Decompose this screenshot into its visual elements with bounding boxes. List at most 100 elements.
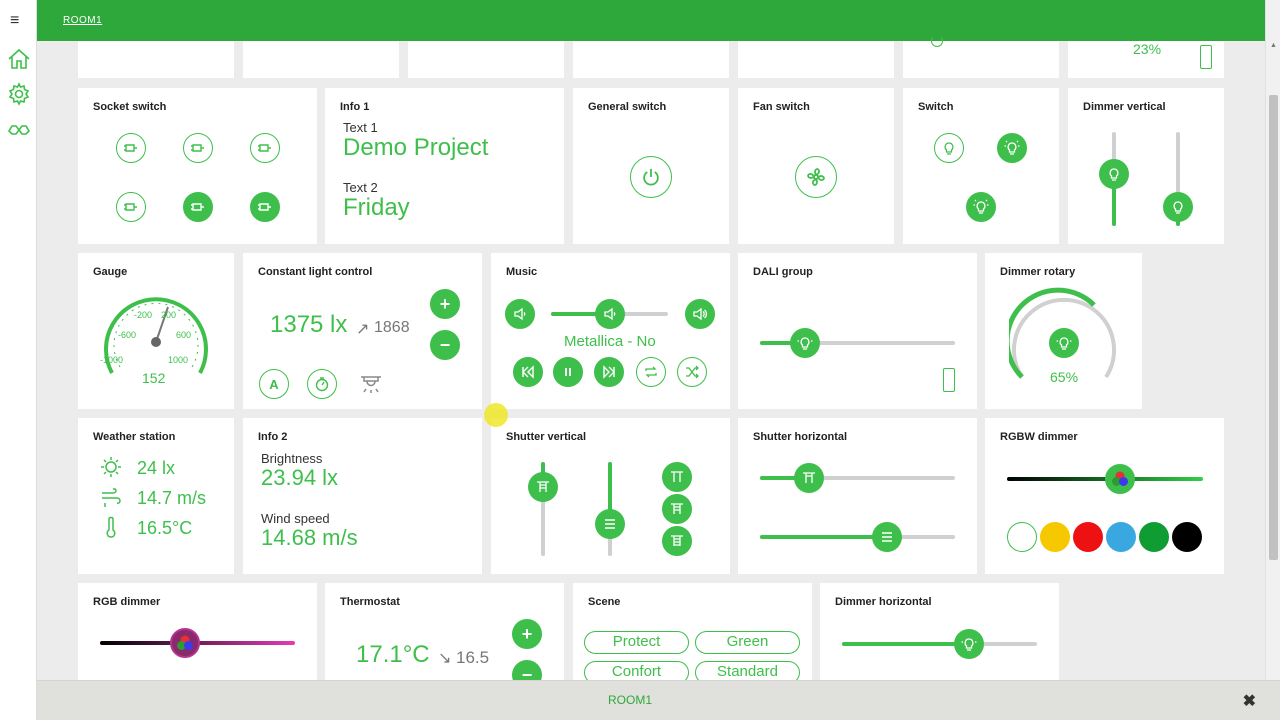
socket-icon[interactable] [116, 192, 146, 222]
fan-icon[interactable] [795, 156, 837, 198]
scroll-up-icon[interactable]: ▲ [1270, 42, 1277, 49]
card-top-2 [243, 41, 399, 78]
card-dimmer-rotary: Dimmer rotary 65% [985, 253, 1142, 409]
shutter-knob[interactable] [871, 522, 902, 552]
shutter-up-icon[interactable] [662, 462, 692, 492]
weather-temperature: 16.5°C [137, 518, 193, 538]
shuffle-icon[interactable] [677, 357, 707, 387]
dimmer-knob[interactable] [1163, 192, 1193, 223]
color-swatch[interactable] [1040, 522, 1070, 552]
shutter-knob[interactable] [793, 463, 824, 493]
info-value: 14.68 m/s [261, 525, 358, 550]
top-bar: ROOM1 [37, 0, 1265, 41]
dimmer-slider[interactable] [842, 642, 1037, 646]
dimmer-knob[interactable] [1099, 159, 1129, 190]
card-thermostat: Thermostat 17.1°C ↘ 16.5 + − [325, 583, 564, 690]
card-title: Music [506, 266, 538, 278]
info-value: Demo Project [343, 134, 489, 161]
network-icon[interactable] [7, 117, 31, 141]
scrollbar-thumb[interactable] [1269, 95, 1278, 560]
sidebar: ≡ [0, 0, 37, 720]
card-dimmer-vertical: Dimmer vertical [1068, 88, 1224, 244]
shutter-slider[interactable] [760, 535, 955, 539]
shutter-knob[interactable] [595, 509, 625, 539]
auto-mode-icon[interactable]: A [259, 369, 289, 399]
card-title: RGBW dimmer [1000, 431, 1078, 443]
plus-button[interactable]: + [430, 289, 460, 319]
color-swatch[interactable] [1073, 522, 1103, 552]
sun-icon [100, 456, 122, 478]
light-setpoint: 1868 [374, 319, 410, 336]
card-socket-switch: Socket switch [78, 88, 317, 244]
rotary-value: 65% [1050, 369, 1079, 385]
info-label: Text 2 [343, 180, 378, 195]
scrollbar[interactable]: ▲ [1265, 0, 1280, 680]
close-icon[interactable]: ✖ [1243, 691, 1256, 711]
scene-button[interactable]: Protect [584, 631, 689, 654]
scene-button[interactable]: Green [695, 631, 800, 654]
volume-down-icon[interactable] [505, 299, 535, 329]
socket-icon[interactable] [183, 133, 213, 163]
socket-icon[interactable] [116, 133, 146, 163]
controller-icon[interactable] [1200, 45, 1212, 69]
info-value: Friday [343, 194, 410, 221]
volume-up-icon[interactable] [685, 299, 715, 329]
gear-icon[interactable] [7, 82, 31, 106]
dimmer-knob[interactable] [953, 629, 984, 659]
card-top-1 [78, 41, 234, 78]
pause-icon[interactable] [553, 357, 583, 387]
next-icon[interactable] [594, 357, 624, 387]
shutter-slider[interactable] [760, 476, 955, 480]
bottom-room-title: ROOM1 [608, 693, 653, 707]
shutter-stop-icon[interactable] [662, 494, 692, 524]
card-weather-station: Weather station 24 lx 14.7 m/s 16.5°C [78, 418, 234, 574]
minus-button[interactable]: − [430, 330, 460, 360]
socket-icon[interactable] [183, 192, 213, 222]
wind-icon [100, 486, 122, 508]
info-value: 23.94 lx [261, 465, 339, 490]
socket-icon[interactable] [250, 133, 280, 163]
setpoint-arrow-icon: ↗ [356, 321, 370, 338]
sensor-icon[interactable] [357, 371, 385, 399]
info-label: Wind speed [261, 511, 330, 526]
card-scene: Scene Protect Green Confort Standard [573, 583, 812, 684]
shutter-knob[interactable] [528, 472, 558, 502]
timer-icon[interactable] [307, 369, 337, 399]
card-music: Music Metallica - No [491, 253, 730, 409]
plus-button[interactable]: + [512, 619, 542, 649]
home-icon[interactable] [7, 47, 31, 71]
rgb-knob-icon[interactable] [170, 628, 200, 658]
bulb-on-icon[interactable] [966, 192, 996, 222]
card-info-2: Info 2 Brightness 23.94 lx Wind speed 14… [243, 418, 482, 574]
top-dimmer-value: 23% [1133, 41, 1162, 57]
color-swatch[interactable] [1106, 522, 1136, 552]
card-top-6 [903, 35, 1059, 78]
mouse-cursor-icon [484, 403, 508, 427]
bulb-on-icon[interactable] [997, 133, 1027, 163]
socket-icon[interactable] [250, 192, 280, 222]
volume-knob[interactable] [594, 299, 625, 329]
room-title[interactable]: ROOM1 [63, 15, 102, 26]
bottom-bar: ROOM1 ✖ [37, 680, 1280, 720]
card-title: Switch [918, 101, 954, 113]
card-constant-light: Constant light control 1375 lx ↗ 1868 + … [243, 253, 482, 409]
rgb-knob-icon[interactable] [1105, 464, 1135, 494]
card-title: DALI group [753, 266, 813, 278]
color-swatch[interactable] [1172, 522, 1202, 552]
shutter-down-icon[interactable] [662, 526, 692, 556]
bulb-on-icon[interactable] [1049, 328, 1079, 358]
card-general-switch: General switch [573, 88, 729, 244]
bulb-icon[interactable] [934, 133, 964, 163]
previous-icon[interactable] [513, 357, 543, 387]
gauge-tick: 200 [161, 310, 177, 320]
dali-knob[interactable] [789, 328, 820, 358]
menu-icon[interactable]: ≡ [10, 12, 19, 30]
power-icon[interactable] [630, 156, 672, 198]
card-title: Info 1 [340, 101, 370, 113]
repeat-icon[interactable] [636, 357, 666, 387]
color-swatch[interactable] [1139, 522, 1169, 552]
info-label: Text 1 [343, 120, 378, 135]
controller-icon[interactable] [943, 368, 955, 392]
thermostat-setpoint: 16.5 [456, 648, 490, 667]
color-swatch[interactable] [1007, 522, 1037, 552]
